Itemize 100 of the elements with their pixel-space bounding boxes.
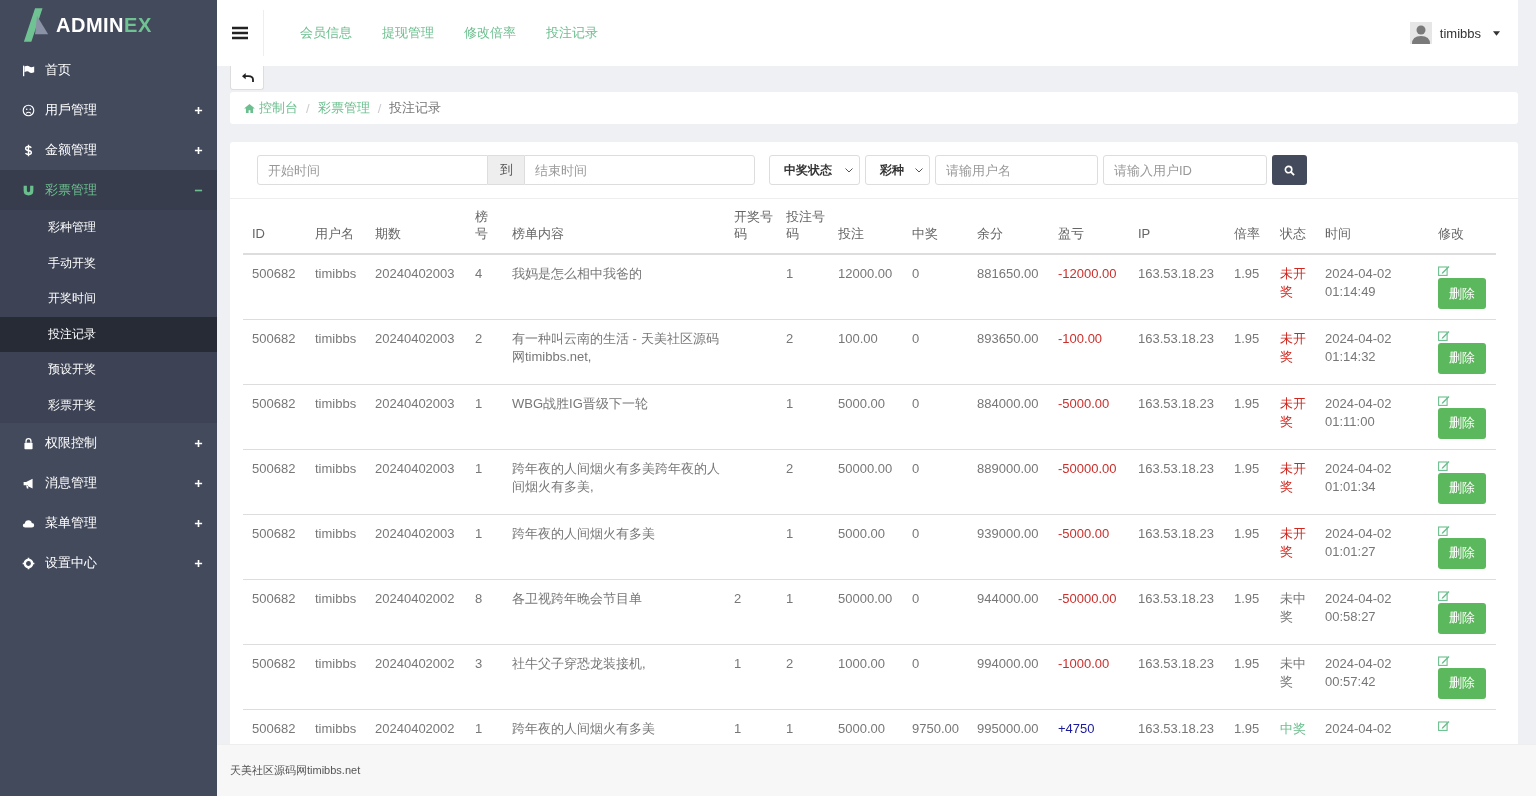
- table-cell-text: 2024-04-02: [1325, 459, 1393, 478]
- sidebar-item[interactable]: 首页: [0, 50, 217, 90]
- table-cell: 163.53.18.23: [1138, 330, 1214, 346]
- sidebar-subitem[interactable]: 彩票开奖: [0, 387, 217, 423]
- table-cell: 0: [912, 460, 920, 476]
- column-header: 榜单内容: [512, 225, 564, 243]
- status-label: 未开奖: [1280, 394, 1307, 431]
- table-cell: 跨年夜的人间烟火有多美: [512, 720, 655, 736]
- table-cell-text: 2024-04-02: [1325, 589, 1393, 608]
- search-button[interactable]: [1272, 155, 1307, 185]
- edit-icon[interactable]: [1438, 329, 1450, 341]
- username-field[interactable]: 请输用户名: [935, 155, 1098, 185]
- table-cell-text: 2024-04-02: [1325, 719, 1393, 738]
- table-cell: 50000.00: [838, 460, 893, 476]
- sidebar-item[interactable]: 消息管理: [0, 463, 217, 503]
- table-cell: 跨年夜的人间烟火有多美: [512, 525, 655, 541]
- table-cell: 994000.00: [977, 655, 1039, 671]
- table-cell: 1: [734, 720, 742, 736]
- table-cell: timibbs: [315, 266, 357, 281]
- table-cell: 1: [786, 525, 794, 541]
- sidebar-item[interactable]: 权限控制: [0, 423, 217, 463]
- table-cell-text: 2024-04-02: [1325, 329, 1393, 348]
- table-cell: 20240402003: [375, 395, 455, 411]
- end-time-field[interactable]: 结束时间: [524, 155, 755, 185]
- table-cell-text: 01:11:00: [1325, 412, 1376, 431]
- sidebar-item[interactable]: 菜单管理: [0, 503, 217, 543]
- table-cell: timibbs: [315, 720, 357, 736]
- start-time-field[interactable]: 开始时间: [257, 155, 488, 185]
- bullhorn-icon: [22, 476, 35, 490]
- magnet-icon: [22, 183, 35, 197]
- edit-icon[interactable]: [1438, 265, 1450, 276]
- table-cell-text: 2024-04-02: [1325, 524, 1393, 543]
- table-cell: 163.53.18.23: [1138, 525, 1214, 541]
- sidebar-subitem[interactable]: 开奖时间: [0, 281, 217, 317]
- sidebar-item[interactable]: 用戶管理: [0, 90, 217, 130]
- sidebar-subitem[interactable]: 投注记录: [0, 316, 217, 352]
- sidebar-item[interactable]: 彩票管理: [0, 170, 217, 210]
- table-cell: 5000.00: [838, 525, 885, 541]
- logo-icon: [22, 6, 50, 44]
- table-cell: 1: [475, 460, 483, 476]
- table-cell: 9750.00: [912, 720, 959, 736]
- table-cell: 0: [912, 395, 920, 411]
- column-header: 状态: [1280, 225, 1306, 243]
- table-cell: 4: [475, 266, 483, 281]
- table-cell: 1000.00: [838, 655, 885, 671]
- range-separator: 到: [488, 155, 524, 185]
- table-cell: WBG战胜IG晋级下一轮: [512, 395, 648, 411]
- column-header: 开奖号码: [734, 207, 773, 243]
- back-button[interactable]: [230, 66, 264, 90]
- table-cell: 995000.00: [977, 720, 1039, 736]
- table-cell: 20240402002: [375, 590, 455, 606]
- table-cell: 500682: [252, 330, 296, 346]
- status-label: 未开奖: [1280, 265, 1307, 302]
- chevron-icon: [915, 167, 923, 173]
- table-cell: 889000.00: [977, 460, 1039, 476]
- table-cell: 50000.00: [838, 590, 893, 606]
- profit-cell: -50000.00: [1058, 590, 1117, 606]
- table-cell: 2: [786, 330, 794, 346]
- edit-icon[interactable]: [1438, 524, 1450, 536]
- win-status-select[interactable]: 中奖状态: [769, 155, 860, 185]
- table-cell: 1: [475, 720, 483, 736]
- breadcrumb-current: 投注记录: [389, 99, 442, 117]
- table-cell: 944000.00: [977, 590, 1039, 606]
- column-header: 时间: [1325, 225, 1351, 243]
- table-cell: 1.95: [1234, 460, 1260, 476]
- plus-icon: [194, 518, 203, 528]
- table-cell: 0: [912, 590, 920, 606]
- user-id-field[interactable]: 请输入用户ID: [1103, 155, 1267, 185]
- sidebar-item[interactable]: 设置中心: [0, 543, 217, 583]
- table-cell-text: 01:01:27: [1325, 542, 1377, 561]
- sidebar-item[interactable]: 金额管理: [0, 130, 217, 170]
- table-cell: 893650.00: [977, 330, 1039, 346]
- table-cell-text: 00:57:42: [1325, 672, 1377, 691]
- table-cell: 3: [475, 655, 483, 671]
- edit-icon[interactable]: [1438, 394, 1450, 406]
- profit-cell: +4750: [1058, 720, 1095, 736]
- status-label: 中奖: [1280, 719, 1307, 738]
- sidebar-subitem[interactable]: 预设开奖: [0, 352, 217, 388]
- user-menu[interactable]: timibbs: [1409, 22, 1500, 44]
- table-cell: 1.95: [1234, 655, 1260, 671]
- edit-icon[interactable]: [1438, 719, 1450, 731]
- menu-icon: [232, 26, 248, 40]
- sidebar-subitem[interactable]: 手动开奖: [0, 245, 217, 281]
- column-header: ID: [252, 225, 265, 243]
- status-label: 未中奖: [1280, 589, 1307, 626]
- column-header: 用户名: [315, 225, 354, 243]
- edit-icon[interactable]: [1438, 589, 1450, 601]
- edit-icon[interactable]: [1438, 654, 1450, 666]
- table-cell: 5000.00: [838, 720, 885, 736]
- table-cell: 跨年夜的人间烟火有多美跨年夜的人间烟火有多美,: [512, 460, 720, 494]
- flag-icon: [22, 63, 35, 77]
- column-header: IP: [1138, 225, 1151, 243]
- column-header: 倍率: [1234, 225, 1260, 243]
- table-cell: 2: [786, 655, 794, 671]
- sidebar-subitem[interactable]: 彩种管理: [0, 210, 217, 246]
- table-cell: 1: [475, 525, 483, 541]
- table-cell: timibbs: [315, 330, 357, 346]
- edit-icon[interactable]: [1438, 459, 1450, 471]
- avatar-icon: [1409, 22, 1432, 44]
- lottery-select[interactable]: 彩种: [865, 155, 930, 185]
